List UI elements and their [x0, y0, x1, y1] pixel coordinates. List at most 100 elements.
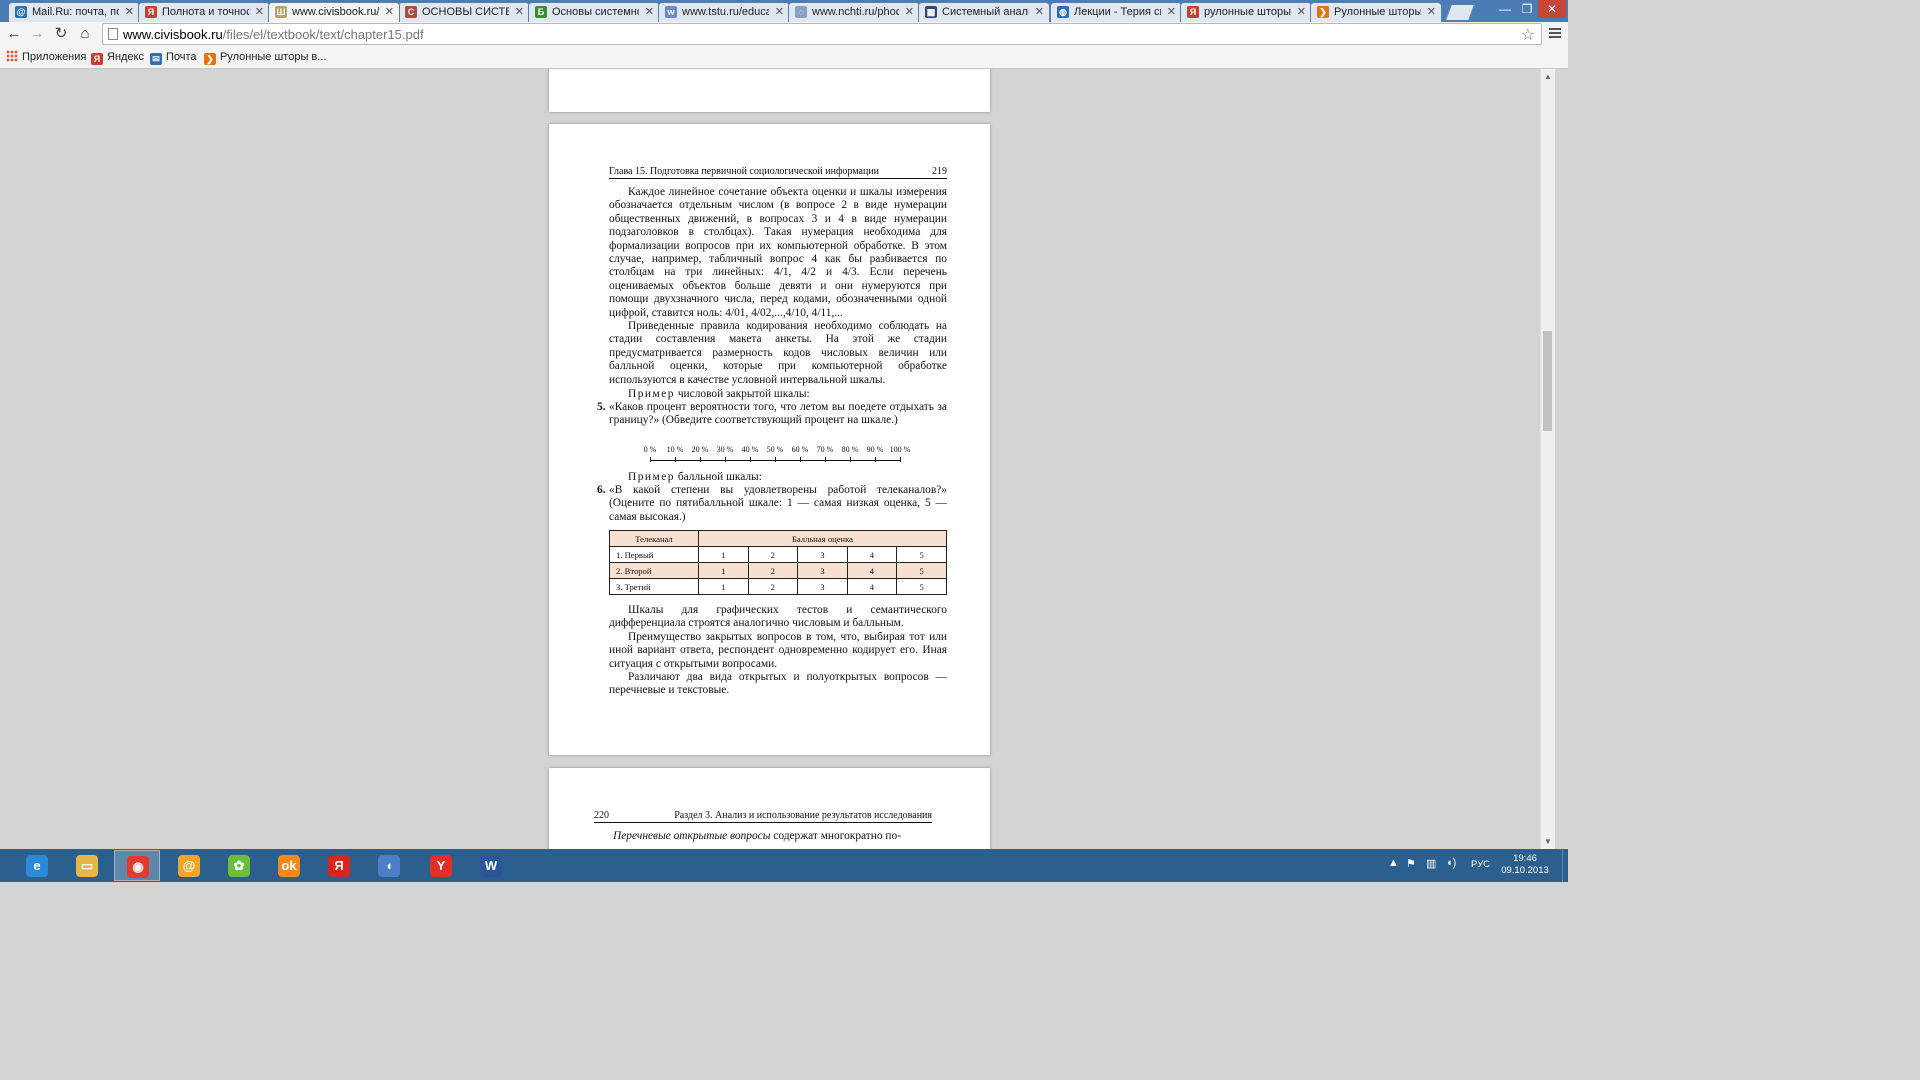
score-cell: 3: [797, 562, 848, 579]
tab[interactable]: w www.tstu.ru/educat ✕: [658, 2, 790, 22]
favicon-icon: Я: [1187, 6, 1199, 18]
scroll-up-arrow-icon[interactable]: ▲: [1544, 72, 1552, 81]
tab[interactable]: С ОСНОВЫ СИСТЕМ ✕: [398, 2, 530, 22]
scale-tick-label: 40 %: [741, 445, 759, 454]
tab-label: Полнота и точност: [162, 6, 249, 18]
taskbar-app[interactable]: Y: [418, 850, 464, 881]
reload-button[interactable]: ↻: [52, 25, 70, 43]
bookmarks-bar: Приложения Я Яндекс ✉ Почта ❯ Рулонные шторы в…: [0, 47, 1568, 69]
question-6: 6. «В какой степени вы удовлетворены рабо…: [597, 484, 947, 523]
bookmark-label: Почта: [166, 51, 197, 63]
tab-label: ОСНОВЫ СИСТЕМ: [422, 6, 509, 18]
tab-close-icon[interactable]: ✕: [385, 5, 394, 18]
tab-label: www.tstu.ru/educat: [682, 6, 769, 18]
header-title: Раздел 3. Анализ и использование результ…: [674, 810, 932, 821]
tab-close-icon[interactable]: ✕: [775, 5, 784, 18]
taskbar-app[interactable]: ✿: [216, 850, 262, 881]
tab[interactable]: Шwww.civisbook.ru/f ✕: [268, 2, 400, 22]
maximize-button[interactable]: ❐: [1516, 0, 1538, 18]
tab-close-icon[interactable]: ✕: [1035, 5, 1044, 18]
vertical-scrollbar[interactable]: ▲ ▼: [1540, 69, 1555, 849]
taskbar-app[interactable]: ◖: [366, 850, 412, 881]
bookmark-star-icon[interactable]: ☆: [1521, 25, 1535, 45]
taskbar-app[interactable]: @: [166, 850, 212, 881]
tab-close-icon[interactable]: ✕: [125, 5, 134, 18]
show-desktop-button[interactable]: [1562, 849, 1569, 882]
tab[interactable]: Б Основы системног ✕: [528, 2, 660, 22]
address-bar[interactable]: www.civisbook.ru/files/el/textbook/text/…: [102, 23, 1542, 45]
odnoklassniki-icon: ok: [278, 855, 300, 877]
bookmark-item[interactable]: Приложения: [6, 50, 86, 65]
taskbar-app[interactable]: ◉: [114, 850, 160, 881]
tab[interactable]: ❯ Рулонные шторы - ✕: [1310, 2, 1442, 22]
favicon-icon: Б: [535, 6, 547, 18]
tab[interactable]: ▦ Системный анализ ✕: [918, 2, 1050, 22]
tab-close-icon[interactable]: ✕: [1167, 5, 1176, 18]
tab[interactable]: ◌ www.nchti.ru/phoc ✕: [788, 2, 920, 22]
tab-label: Рулонные шторы -: [1334, 6, 1421, 18]
scale-tick-label: 90 %: [866, 445, 884, 454]
tab-label: Лекции - Терия си: [1074, 6, 1161, 18]
scale-tick: [700, 457, 701, 462]
favicon-icon: ◍: [1057, 6, 1069, 18]
taskbar-app[interactable]: Я: [316, 850, 362, 881]
scroll-thumb[interactable]: [1543, 331, 1552, 432]
bookmark-item[interactable]: ❯ Рулонные шторы в...: [204, 50, 326, 65]
bookmark-item[interactable]: ✉ Почта: [150, 50, 197, 65]
taskbar-app[interactable]: ok: [266, 850, 312, 881]
channel-name: 3. Третий: [609, 578, 699, 595]
minimize-button[interactable]: —: [1494, 0, 1516, 18]
taskbar-app[interactable]: ▭: [64, 850, 110, 881]
language-indicator[interactable]: РУС: [1471, 859, 1490, 870]
page-icon: [108, 28, 118, 40]
favicon-icon: ◌: [795, 6, 807, 18]
volume-icon[interactable]: ◖): [1446, 857, 1456, 869]
score-cell: 1: [698, 562, 749, 579]
clock[interactable]: 19:46 09.10.2013: [1500, 853, 1550, 877]
pdf-page-220: 220 Раздел 3. Анализ и использование рез…: [549, 768, 990, 849]
tab[interactable]: @ Mail.Ru: почта, пои ✕: [8, 2, 140, 22]
taskbar-app[interactable]: e: [14, 850, 60, 881]
back-button[interactable]: ←: [5, 25, 23, 43]
pdf-viewer[interactable]: Глава 15. Подготовка первичной социологи…: [0, 69, 1540, 849]
scale-tick-label: 20 %: [691, 445, 709, 454]
scale-tick: [900, 457, 901, 462]
clock-time: 19:46: [1513, 853, 1537, 864]
close-window-button[interactable]: ✕: [1538, 0, 1566, 18]
tab[interactable]: Я Полнота и точност ✕: [138, 2, 270, 22]
show-hidden-icons-icon[interactable]: ▲: [1388, 857, 1399, 869]
tab[interactable]: ◍ Лекции - Терия си ✕: [1050, 2, 1182, 22]
home-button[interactable]: ⌂: [76, 25, 94, 43]
tab-close-icon[interactable]: ✕: [645, 5, 654, 18]
mail-agent-icon: @: [178, 855, 200, 877]
tab-close-icon[interactable]: ✕: [255, 5, 264, 18]
tab-close-icon[interactable]: ✕: [515, 5, 524, 18]
bookmark-label: Приложения: [22, 51, 87, 63]
bookmark-item[interactable]: Я Яндекс: [91, 50, 144, 65]
score-cell: 3: [797, 546, 848, 563]
scale-tick: [675, 457, 676, 462]
score-cell: 1: [698, 578, 749, 595]
file-explorer-icon: ▭: [76, 855, 98, 877]
scroll-down-arrow-icon[interactable]: ▼: [1544, 837, 1552, 846]
page-number: 219: [932, 166, 947, 177]
bookmark-icon: ❯: [204, 53, 216, 65]
taskbar-app[interactable]: W: [468, 850, 514, 881]
network-icon[interactable]: ▥: [1426, 857, 1436, 870]
tab-close-icon[interactable]: ✕: [1427, 5, 1436, 18]
speaker-app-icon: ◖: [378, 855, 400, 877]
tab[interactable]: Ярулонные шторы ✕: [1180, 2, 1312, 22]
pdf-page-previous: [549, 69, 990, 112]
tab-close-icon[interactable]: ✕: [1297, 5, 1306, 18]
menu-icon[interactable]: [1549, 26, 1561, 40]
tab-close-icon[interactable]: ✕: [905, 5, 914, 18]
forward-button[interactable]: →: [28, 25, 46, 43]
question-number: 6.: [597, 484, 606, 496]
score-cell: 2: [747, 546, 799, 563]
bookmark-label: Рулонные шторы в...: [220, 51, 327, 63]
percent-scale: 0 % 10 % 20 % 30 % 40 % 50 % 60 % 70 % 80 % 90 % 1…: [640, 445, 916, 465]
action-center-flag-icon[interactable]: ⚑: [1406, 857, 1416, 870]
score-cell: 4: [846, 562, 898, 579]
paragraph-1: Каждое линейное сочетание объекта оценки…: [609, 186, 947, 319]
pdf-page-219: Глава 15. Подготовка первичной социологи…: [549, 124, 990, 755]
